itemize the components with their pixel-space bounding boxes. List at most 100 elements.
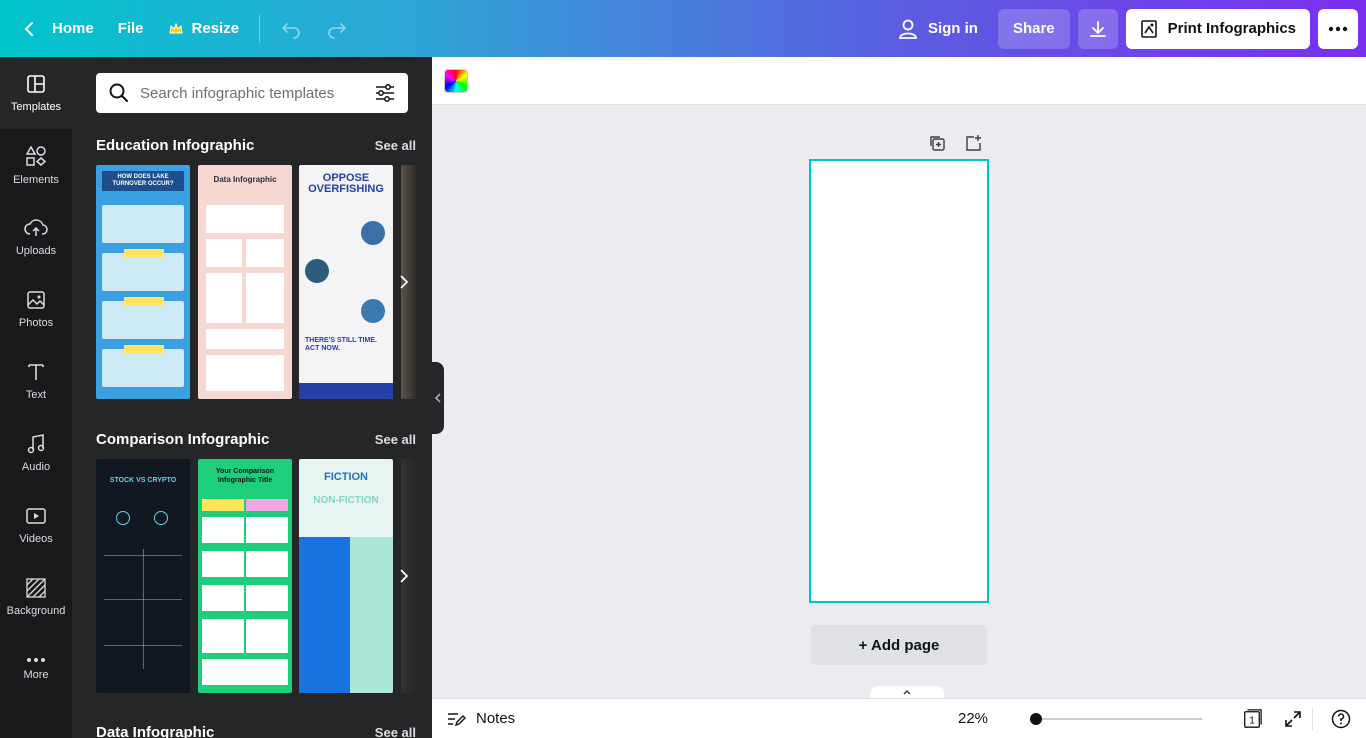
bottom-bar: Notes 22% 1 — [432, 698, 1366, 738]
rail-label-photos: Photos — [18, 317, 54, 329]
print-infographics-button[interactable]: Print Infographics — [1125, 8, 1310, 49]
toolbar-divider — [259, 14, 261, 43]
side-rail: Templates Elements Uploads Photos Text A… — [0, 57, 72, 738]
bottom-divider — [1312, 708, 1313, 730]
template-thumb-lake-turnover[interactable]: HOW DOES LAKE TURNOVER OCCUR? — [96, 165, 190, 399]
thumb-title: Your Comparison Infographic Title — [215, 468, 275, 484]
template-thumb-your-comparison[interactable]: Your Comparison Infographic Title — [198, 459, 292, 693]
rail-label-uploads: Uploads — [15, 245, 57, 257]
templates-panel: Education Infographic See all HOW DOES L… — [72, 57, 432, 738]
notes-button[interactable]: Notes — [446, 710, 515, 728]
elements-icon — [25, 145, 47, 166]
resize-button[interactable]: Resize — [156, 9, 252, 49]
page-count: 1 — [1249, 716, 1255, 727]
ellipsis-icon — [1328, 26, 1348, 31]
more-icon — [27, 658, 45, 662]
template-carousel-comparison: STOCK VS CRYPTO Your Comparison Infograp… — [96, 459, 416, 693]
rail-item-templates[interactable]: Templates — [0, 57, 72, 129]
chevron-left-icon — [434, 393, 441, 403]
rail-item-background[interactable]: Background — [0, 561, 72, 633]
undo-icon — [281, 22, 300, 39]
rail-item-elements[interactable]: Elements — [0, 129, 72, 201]
rail-item-audio[interactable]: Audio — [0, 417, 72, 489]
section-title: Education Infographic — [96, 137, 255, 154]
more-options-button[interactable] — [1318, 8, 1358, 49]
search-input[interactable] — [140, 84, 374, 102]
template-thumb-stock-vs-crypto[interactable]: STOCK VS CRYPTO — [96, 459, 190, 693]
help-button[interactable] — [1331, 709, 1351, 729]
zoom-slider[interactable] — [1030, 713, 1202, 725]
share-button[interactable]: Share — [997, 8, 1070, 49]
chevron-up-icon — [903, 689, 911, 695]
expand-icon — [1285, 711, 1301, 727]
rail-item-more[interactable]: More — [0, 633, 72, 705]
videos-icon — [26, 508, 46, 524]
thumb-title: OPPOSE OVERFISHING — [308, 172, 384, 195]
section-title: Comparison Infographic — [96, 431, 270, 448]
filter-icon[interactable] — [374, 82, 396, 104]
section-title: Data Infographic — [96, 724, 215, 738]
rail-item-text[interactable]: Text — [0, 345, 72, 417]
rail-label-text: Text — [25, 389, 47, 401]
context-toolbar — [432, 57, 1366, 105]
chevron-right-icon — [400, 275, 409, 289]
section-header-education: Education Infographic See all — [96, 137, 416, 154]
thumb-title: STOCK VS CRYPTO — [109, 477, 177, 484]
sign-in-label: Sign in — [927, 20, 978, 37]
templates-icon — [27, 75, 45, 93]
rail-label-more: More — [23, 669, 49, 681]
notes-label: Notes — [476, 710, 516, 727]
uploads-icon — [24, 219, 48, 236]
rail-label-audio: Audio — [21, 461, 51, 473]
color-picker-swatch[interactable] — [444, 69, 468, 93]
rail-label-background: Background — [6, 605, 66, 617]
print-label: Print Infographics — [1167, 20, 1296, 37]
see-all-link[interactable]: See all — [375, 725, 416, 738]
add-page-button[interactable]: + Add page — [811, 625, 987, 665]
see-all-link[interactable]: See all — [375, 432, 416, 447]
template-thumb-fiction-nonfiction[interactable]: FICTION NON-FICTION — [299, 459, 393, 693]
redo-button[interactable] — [314, 9, 360, 49]
carousel-next-button[interactable] — [392, 459, 416, 693]
search-icon — [109, 83, 128, 102]
resize-label: Resize — [191, 20, 240, 37]
home-label: Home — [52, 20, 94, 37]
share-label: Share — [1012, 20, 1055, 37]
thumb-subtitle: NON-FICTION — [313, 495, 379, 506]
add-page-icon-button[interactable] — [963, 133, 983, 153]
fullscreen-button[interactable] — [1283, 709, 1303, 729]
sign-in-button[interactable]: Sign in — [886, 9, 990, 49]
template-carousel-education: HOW DOES LAKE TURNOVER OCCUR? Data Infog… — [96, 165, 416, 399]
see-all-link[interactable]: See all — [375, 138, 416, 153]
add-page-label: + Add page — [858, 636, 940, 654]
page-count-button[interactable]: 1 — [1242, 709, 1262, 729]
rail-label-elements: Elements — [13, 174, 59, 186]
collapse-panel-button[interactable] — [432, 362, 444, 434]
template-thumb-oppose-overfishing[interactable]: OPPOSE OVERFISHING THERE'S STILL TIME. A… — [299, 165, 393, 399]
audio-icon — [27, 434, 45, 454]
rail-item-photos[interactable]: Photos — [0, 273, 72, 345]
file-label: File — [117, 20, 144, 37]
zoom-slider-handle[interactable] — [1030, 713, 1043, 725]
design-page[interactable] — [809, 159, 989, 603]
home-button[interactable]: Home — [8, 9, 106, 49]
thumb-title: FICTION — [324, 471, 368, 483]
file-menu-button[interactable]: File — [106, 9, 156, 49]
thumb-title: HOW DOES LAKE TURNOVER OCCUR? — [102, 171, 184, 191]
user-icon — [899, 19, 917, 39]
rail-item-uploads[interactable]: Uploads — [0, 201, 72, 273]
duplicate-page-button[interactable] — [927, 133, 947, 153]
section-header-data: Data Infographic See all — [96, 724, 416, 738]
carousel-next-button[interactable] — [392, 165, 416, 399]
chevron-right-icon — [400, 569, 409, 583]
undo-button[interactable] — [268, 9, 314, 49]
search-bar — [96, 73, 408, 113]
template-thumb-data-infographic[interactable]: Data Infographic — [198, 165, 292, 399]
thumb-subtitle: THERE'S STILL TIME. ACT NOW. — [305, 337, 377, 352]
download-button[interactable] — [1077, 8, 1118, 49]
zoom-percentage[interactable]: 22% — [958, 710, 988, 727]
top-bar: Home File Resize Sign in Share Print Inf… — [0, 0, 1366, 57]
background-icon — [26, 578, 46, 598]
rail-item-videos[interactable]: Videos — [0, 489, 72, 561]
add-page-icon — [966, 135, 981, 151]
